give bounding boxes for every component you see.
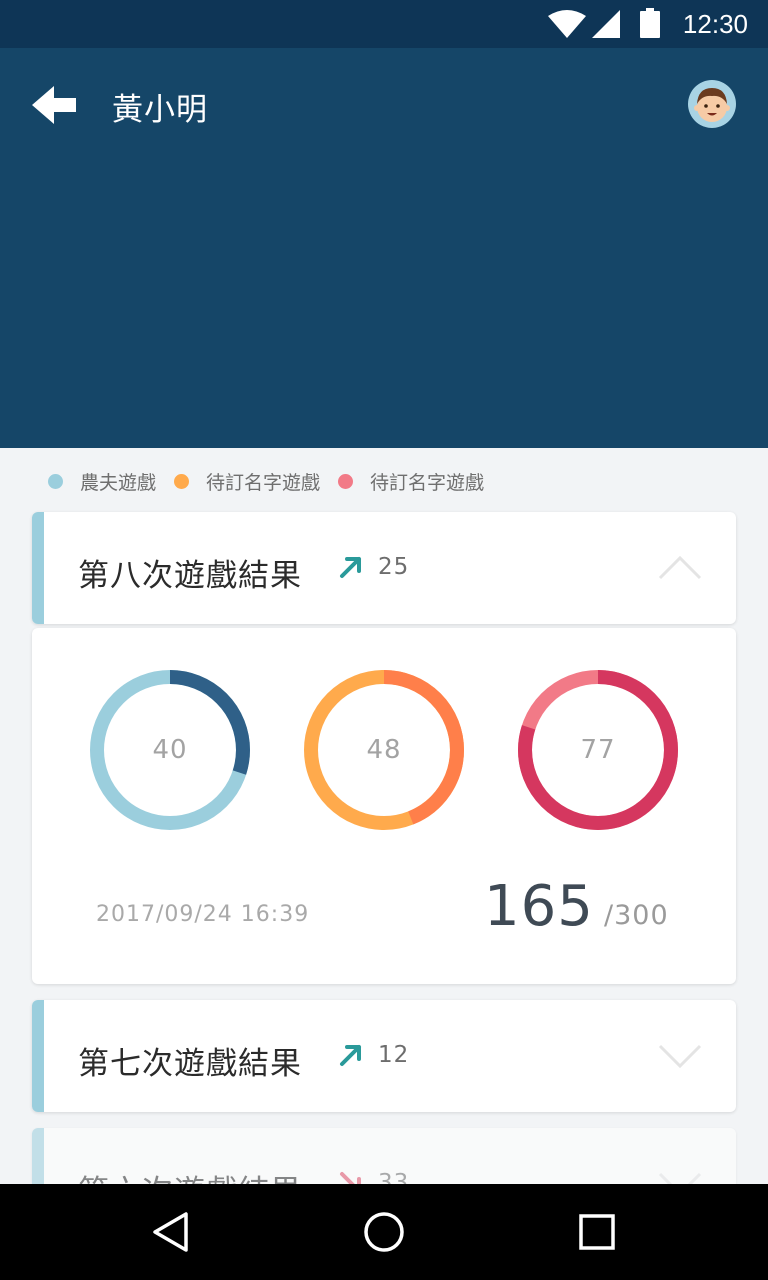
circle-home-icon	[364, 1212, 404, 1252]
legend: 農夫遊戲 待訂名字遊戲 待訂名字遊戲	[48, 468, 502, 494]
result-card: 第六次遊戲結果 33	[32, 1128, 736, 1184]
legend-label: 農夫遊戲	[80, 471, 157, 494]
content-area[interactable]: 農夫遊戲 待訂名字遊戲 待訂名字遊戲 第八次遊戲結果 25 40 48 77 2…	[0, 448, 768, 1184]
chevron-down-icon[interactable]	[658, 1042, 702, 1068]
card-accent-stripe	[32, 512, 44, 624]
back-arrow-icon	[32, 86, 76, 124]
nav-home-button[interactable]	[360, 1208, 408, 1256]
trend-up-icon	[340, 1045, 361, 1066]
page-title: 黃小明	[112, 92, 208, 128]
result-card-header[interactable]: 第六次遊戲結果 33	[32, 1128, 736, 1184]
legend-dot	[48, 473, 63, 489]
result-change: 12	[378, 1042, 410, 1068]
card-accent-stripe	[32, 1000, 44, 1112]
status-bar: 12:30	[0, 0, 768, 48]
result-title: 第七次遊戲結果	[78, 1046, 302, 1082]
system-nav-bar	[0, 1184, 768, 1280]
trend-up-icon	[340, 557, 361, 578]
legend-item: 農夫遊戲	[48, 468, 156, 495]
score-donut: 48	[302, 668, 466, 832]
trend-down-icon	[340, 1172, 361, 1184]
score-value: 77	[580, 735, 616, 765]
result-date: 2017/09/24 16:39	[96, 902, 310, 927]
wifi-icon	[548, 10, 586, 38]
cell-signal-icon	[592, 10, 620, 38]
result-change: 25	[378, 554, 410, 580]
total-score: 165	[484, 874, 594, 939]
avatar[interactable]	[688, 80, 736, 128]
nav-back-button[interactable]	[148, 1208, 196, 1256]
chevron-down-icon[interactable]	[658, 1170, 702, 1184]
card-accent-stripe	[32, 1128, 44, 1184]
score-value: 48	[366, 735, 402, 765]
score-donut: 40	[88, 668, 252, 832]
square-recents-icon	[579, 1214, 615, 1250]
max-score: /300	[604, 900, 669, 931]
score-value: 40	[152, 735, 188, 765]
triangle-back-icon	[153, 1212, 188, 1252]
nav-recents-button[interactable]	[573, 1208, 621, 1256]
back-button[interactable]	[28, 82, 84, 128]
legend-item: 待訂名字遊戲	[174, 468, 320, 495]
legend-item: 待訂名字遊戲	[338, 468, 484, 495]
result-title: 第六次遊戲結果	[78, 1166, 302, 1184]
result-card: 第八次遊戲結果 25	[32, 512, 736, 624]
result-card-header[interactable]: 第七次遊戲結果 12	[32, 1000, 736, 1112]
result-change: 33	[378, 1170, 410, 1184]
status-time: 12:30	[682, 9, 748, 39]
legend-label: 待訂名字遊戲	[370, 471, 485, 494]
legend-dot	[338, 473, 354, 489]
legend-dot	[174, 473, 190, 489]
result-detail-panel: 40 48 77 2017/09/24 16:39 165 /300	[32, 628, 736, 984]
battery-icon	[640, 8, 660, 38]
result-card: 第七次遊戲結果 12	[32, 1000, 736, 1112]
app-header: 黃小明	[0, 48, 768, 448]
result-card-header[interactable]: 第八次遊戲結果 25	[32, 512, 736, 624]
user-face-icon	[694, 88, 730, 122]
legend-label: 待訂名字遊戲	[206, 471, 321, 494]
chevron-up-icon[interactable]	[658, 554, 702, 580]
score-donut: 77	[516, 668, 680, 832]
result-title: 第八次遊戲結果	[78, 558, 302, 594]
